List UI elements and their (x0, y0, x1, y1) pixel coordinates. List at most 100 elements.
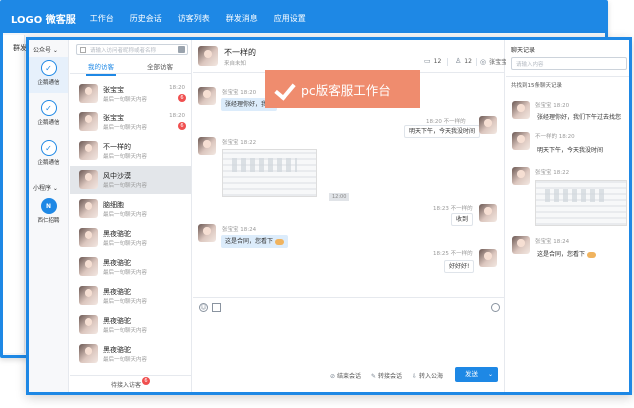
list-item[interactable]: 张宝宝 最后一句聊天内容 18:20 6 (70, 80, 191, 108)
avatar (79, 199, 98, 218)
top-nav-bar: LOGO 微客服 工作台 历史会话 访客列表 群发消息 应用设置 (3, 3, 605, 33)
pending-visitors-button[interactable]: 待接入访客6 (70, 375, 191, 392)
history-message: 这是合同，您看下 (537, 249, 597, 258)
avatar (512, 132, 530, 150)
list-item[interactable]: 黑夜骆驼 最后一句聊天内容 (70, 224, 191, 252)
section-miniprogram[interactable]: 小程序 ⌄ (33, 183, 58, 192)
message-meta: 张宝宝 18:24 (222, 227, 257, 233)
message-count[interactable]: ▭ 12 (424, 57, 441, 65)
end-icon: ⊘ (330, 373, 336, 380)
avatar (198, 46, 218, 66)
nav-workbench[interactable]: 工作台 (90, 13, 114, 24)
avatar (79, 84, 98, 103)
back-sidebar (3, 35, 25, 353)
outgoing-message: 收到 (451, 213, 474, 226)
avatar (479, 116, 497, 134)
emoji-icon (587, 251, 597, 258)
chat-history-panel: 聊天记录 请输入内容 共找到15条聊天记录 张宝宝 18:20 张经理你好，我们… (506, 40, 629, 392)
avatar (198, 224, 216, 242)
banner-text: pc版客服工作台 (301, 82, 391, 98)
agent-info[interactable]: ◎ 张宝宝 (480, 57, 507, 66)
agent-icon: ◎ (480, 58, 487, 66)
avatar (79, 228, 98, 247)
chat-header: 不一样的 来自未知 ▭ 12 ♙ 12 ◎ 张宝宝 (193, 40, 507, 73)
message-meta: 张宝宝 18:20 (222, 90, 257, 96)
app-logo: LOGO 微客服 (11, 14, 76, 26)
visitor-count[interactable]: ♙ 12 (455, 57, 472, 65)
transfer-session-button[interactable]: ✎ 转接会话 (371, 371, 402, 380)
outgoing-message: 明天下午，今天我没时间 (404, 125, 481, 138)
send-button[interactable]: 发送 ⌄ (455, 367, 498, 382)
incoming-message: 这是合同，您看下 (221, 235, 289, 248)
avatar (79, 286, 98, 305)
list-item[interactable]: 黑夜骆驼 最后一句聊天内容 (70, 253, 191, 281)
miniprogram-icon: N (40, 198, 57, 214)
nav-broadcast[interactable]: 群发消息 (226, 13, 258, 24)
miniprogram-item[interactable]: N 西仁招聘 (29, 195, 68, 231)
section-public-account[interactable]: 公众号 ⌄ (33, 45, 58, 54)
message-meta: 18:23 不一样的 (433, 206, 473, 212)
avatar (79, 257, 98, 276)
avatar (79, 112, 98, 131)
list-item[interactable]: 不一样的 最后一句聊天内容 (70, 137, 191, 165)
wechat-icon: ✓ (40, 100, 57, 116)
pool-icon: ⇩ (412, 373, 418, 380)
message-meta: 18:25 不一样的 (433, 251, 473, 257)
history-message: 张经理你好，我们下午过去找您 (537, 114, 622, 121)
unread-badge: 6 (178, 122, 186, 130)
list-item[interactable]: 黑夜骆驼 最后一句聊天内容 (70, 340, 191, 368)
select-all-checkbox[interactable] (80, 47, 86, 53)
list-item-selected[interactable]: 风中沙漠 最后一句聊天内容 (70, 166, 191, 194)
account-item-3[interactable]: ✓ 企鹅通信 (29, 137, 68, 173)
nav-history[interactable]: 历史会话 (130, 13, 162, 24)
end-session-button[interactable]: ⊘ 结束会话 (330, 371, 361, 380)
history-message: 明天下午，今天我没时间 (537, 147, 604, 154)
filter-icon[interactable] (178, 46, 185, 53)
message-meta: 不一样的 18:20 (535, 134, 575, 140)
wechat-icon: ✓ (40, 60, 57, 76)
message-meta: 张宝宝 18:24 (535, 239, 570, 245)
account-item-2[interactable]: ✓ 企鹅通信 (29, 97, 68, 133)
image-upload-icon[interactable] (212, 303, 221, 312)
nav-settings[interactable]: 应用设置 (274, 13, 306, 24)
list-item[interactable]: 脑细胞 最后一句聊天内容 (70, 195, 191, 223)
visitor-search-input[interactable]: 请输入访问者昵称或者名称 (76, 44, 188, 55)
avatar (198, 87, 216, 105)
tab-all-visitors[interactable]: 全部访客 (147, 61, 173, 71)
time-divider: 12:00 (329, 193, 350, 201)
history-image-message[interactable] (535, 180, 627, 226)
history-search-input[interactable]: 请输入内容 (511, 57, 627, 70)
avatar (512, 167, 530, 185)
message-input-area[interactable]: ☺ ⊘ 结束会话 ✎ 转接会话 ⇩ 转入公海 发送 ⌄ (193, 297, 504, 392)
list-item[interactable]: 黑夜骆驼 最后一句聊天内容 (70, 311, 191, 339)
chevron-down-icon: ⌄ (487, 371, 493, 378)
history-clock-icon[interactable] (491, 303, 500, 312)
back-sub-label: 群发 (13, 44, 27, 52)
list-item[interactable]: 黑夜骆驼 最后一句聊天内容 (70, 282, 191, 310)
move-to-pool-button[interactable]: ⇩ 转入公海 (412, 371, 443, 380)
message-meta: 张宝宝 18:22 (222, 140, 257, 146)
outgoing-message: 好好好! (444, 260, 475, 273)
avatar (479, 249, 497, 267)
list-item[interactable]: 张宝宝 最后一句聊天内容 18:20 6 (70, 108, 191, 136)
avatar (479, 204, 497, 222)
transfer-icon: ✎ (371, 373, 377, 380)
avatar (79, 170, 98, 189)
emoji-button-icon[interactable]: ☺ (199, 303, 208, 312)
nav-visitors[interactable]: 访客列表 (178, 13, 210, 24)
chat-title: 不一样的 (224, 48, 256, 57)
main-nav: 工作台 历史会话 访客列表 群发消息 应用设置 (90, 13, 322, 24)
avatar (79, 315, 98, 334)
history-count: 共找到15条聊天记录 (511, 83, 562, 89)
avatar (198, 137, 216, 155)
chat-subtitle: 来自未知 (224, 61, 247, 67)
user-icon: ♙ (455, 57, 462, 65)
avatar (79, 141, 98, 160)
avatar (79, 344, 98, 363)
account-item-1[interactable]: ✓ 企鹅通信 (29, 57, 68, 93)
visitor-tabs: 我的访客 全部访客 (70, 58, 191, 76)
account-sidebar: 公众号 ⌄ ✓ 企鹅通信 ✓ 企鹅通信 ✓ 企鹅通信 小程序 ⌄ N 西仁招聘 (29, 40, 69, 392)
image-message[interactable] (222, 149, 317, 197)
tab-my-visitors[interactable]: 我的访客 (86, 61, 116, 76)
pending-badge: 6 (142, 377, 150, 385)
